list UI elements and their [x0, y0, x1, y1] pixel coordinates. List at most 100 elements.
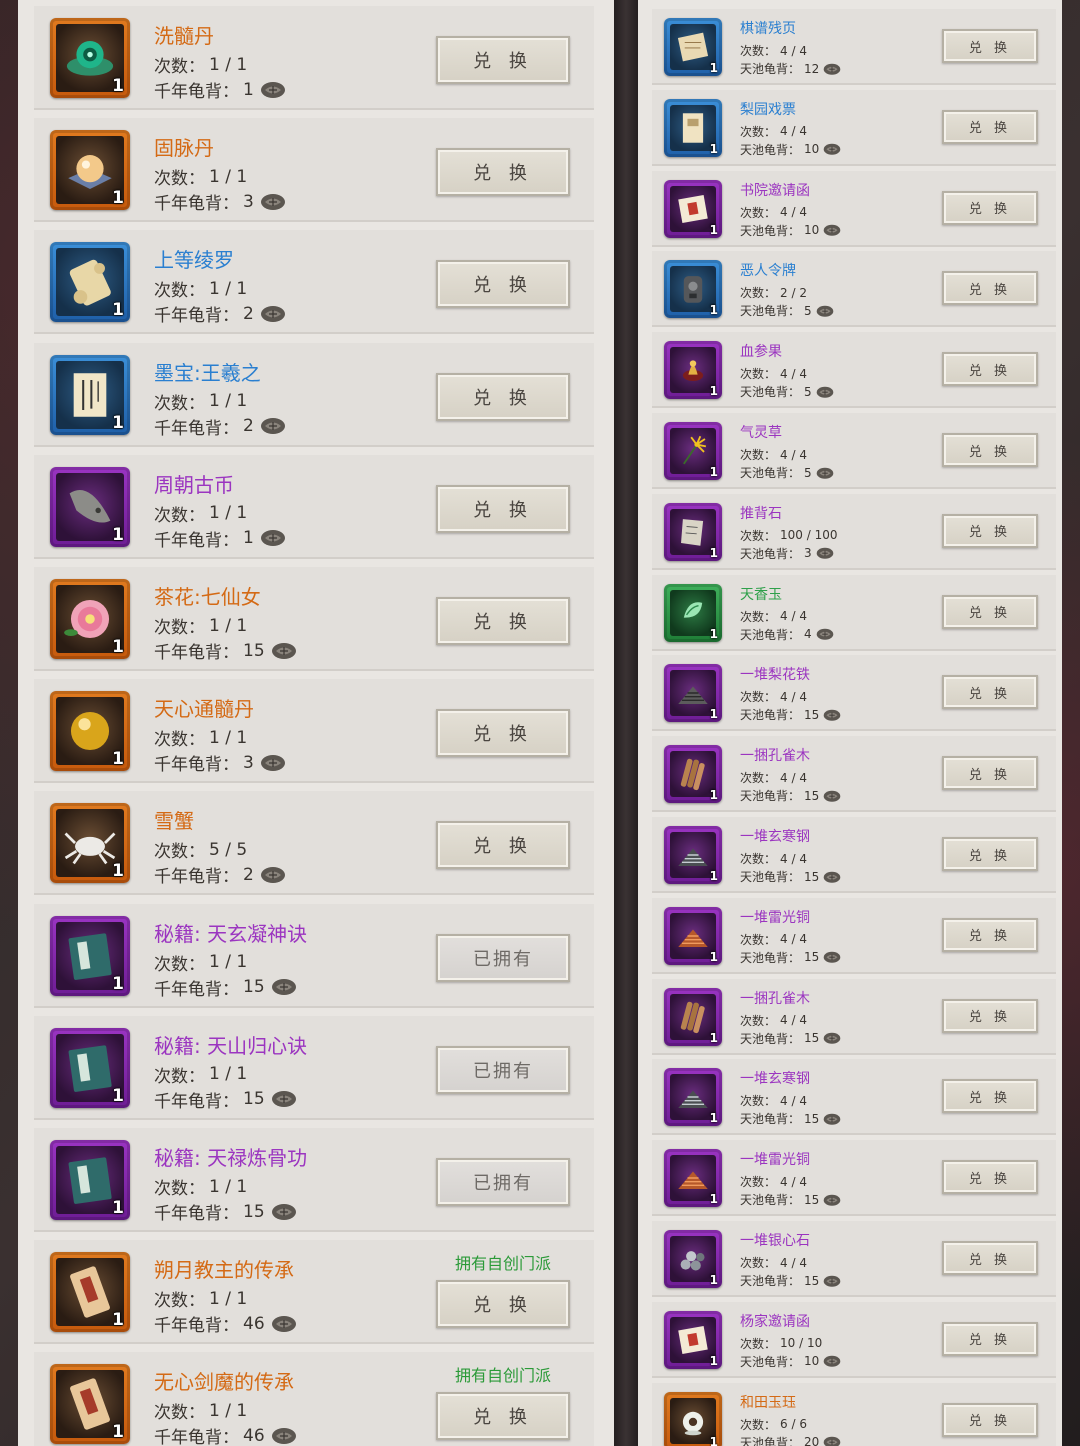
item-icon-frame[interactable]: 1: [50, 803, 130, 884]
exchange-cost: 天池龟背： 4: [740, 626, 834, 643]
exchange-button[interactable]: 兑 换: [436, 372, 570, 421]
item-icon-frame[interactable]: 1: [50, 1252, 130, 1333]
item-icon-frame[interactable]: 1: [664, 1068, 722, 1127]
item-icon-frame[interactable]: 1: [50, 579, 130, 659]
item-icon-frame[interactable]: 1: [664, 906, 722, 965]
item-icon-frame[interactable]: 1: [664, 341, 722, 400]
item-icon-frame[interactable]: 1: [664, 745, 722, 804]
exchange-item: 1 一堆雷光铜 次数： 4 / 4 天池龟背： 15 兑 换: [652, 1140, 1056, 1217]
exchange-cost: 千年龟背： 15: [154, 638, 297, 663]
owned-button[interactable]: 已拥有: [436, 1045, 570, 1094]
exchange-item: 1 气灵草 次数： 4 / 4 天池龟背： 5 兑 换: [652, 413, 1056, 489]
cost-label: 千年龟背：: [154, 194, 239, 215]
exchange-cost: 千年龟背： 2: [154, 862, 286, 887]
exchange-button[interactable]: 兑 换: [942, 1160, 1038, 1195]
cost-label: 千年龟背：: [154, 755, 239, 776]
exchange-button[interactable]: 兑 换: [942, 675, 1038, 710]
exchange-button[interactable]: 兑 换: [942, 594, 1038, 629]
item-icon-frame[interactable]: 1: [50, 691, 130, 772]
item-name: 气灵草: [740, 425, 782, 441]
exchange-button[interactable]: 兑 换: [436, 148, 570, 197]
cost-value: 20: [804, 1435, 820, 1446]
exchange-count: 次数： 4 / 4: [740, 446, 807, 463]
exchange-item: 1 棋谱残页 次数： 4 / 4 天池龟背： 12 兑 换: [652, 9, 1056, 85]
item-quantity: 1: [709, 1273, 718, 1287]
exchange-item: 1 天香玉 次数： 4 / 4 天池龟背： 4 兑 换: [652, 574, 1056, 651]
item-icon-frame[interactable]: 1: [664, 260, 722, 319]
count-label: 次数：: [740, 932, 777, 947]
item-icon-frame[interactable]: 1: [664, 1149, 722, 1208]
owned-button[interactable]: 已拥有: [436, 1158, 570, 1206]
exchange-button[interactable]: 兑 换: [436, 260, 570, 309]
count-label: 次数：: [740, 205, 777, 220]
exchange-button[interactable]: 兑 换: [436, 709, 570, 758]
item-icon-frame[interactable]: 1: [664, 98, 722, 157]
item-icon-frame[interactable]: 1: [50, 1364, 130, 1445]
item-icon-frame[interactable]: 1: [664, 1391, 722, 1446]
count-value: 4 / 4: [780, 770, 807, 785]
item-icon-frame[interactable]: 1: [664, 502, 722, 561]
item-icon-frame[interactable]: 1: [664, 1230, 722, 1288]
exchange-button[interactable]: 兑 换: [942, 998, 1038, 1033]
exchange-button[interactable]: 兑 换: [942, 1241, 1038, 1275]
exchange-button[interactable]: 兑 换: [436, 1280, 570, 1329]
item-icon-frame[interactable]: 1: [664, 1310, 722, 1369]
exchange-button[interactable]: 兑 换: [942, 29, 1038, 63]
exchange-button[interactable]: 兑 换: [942, 433, 1038, 467]
item-name: 墨宝:王羲之: [154, 360, 261, 385]
cost-label: 天池龟背：: [740, 870, 801, 884]
item-icon-frame[interactable]: 1: [664, 987, 722, 1046]
cost-label: 天池龟背：: [740, 466, 801, 480]
exchange-button[interactable]: 兑 换: [436, 36, 570, 84]
exchange-button[interactable]: 兑 换: [942, 1402, 1038, 1437]
item-icon-frame[interactable]: 1: [664, 18, 722, 76]
item-icon-frame[interactable]: 1: [50, 242, 130, 323]
item-name: 上等绫罗: [154, 248, 234, 273]
item-icon-frame[interactable]: 1: [50, 18, 130, 98]
exchange-button[interactable]: 兑 换: [436, 1392, 570, 1441]
count-label: 次数：: [154, 281, 205, 302]
exchange-button[interactable]: 兑 换: [942, 1079, 1038, 1114]
cost-label: 千年龟背：: [154, 867, 239, 888]
right-exchange-panel[interactable]: 1 棋谱残页 次数： 4 / 4 天池龟背： 12 兑 换 1 梨园戏票 次数： 4 / 4 天池龟背…: [638, 0, 1062, 1446]
item-name: 恶人令牌: [740, 263, 796, 280]
item-icon-frame[interactable]: 1: [664, 422, 722, 480]
turtle-shell-icon: [260, 529, 286, 547]
item-icon-frame[interactable]: 1: [664, 826, 722, 884]
item-icon-frame[interactable]: 1: [50, 354, 130, 435]
exchange-button[interactable]: 兑 换: [942, 271, 1038, 306]
exchange-button[interactable]: 兑 换: [942, 109, 1038, 144]
item-icon-frame[interactable]: 1: [50, 1027, 130, 1108]
cost-value: 5: [804, 303, 812, 318]
exchange-button[interactable]: 兑 换: [942, 1321, 1038, 1356]
count-value: 1 / 1: [209, 166, 248, 187]
exchange-button[interactable]: 兑 换: [942, 352, 1038, 387]
exchange-button[interactable]: 兑 换: [436, 484, 570, 533]
exchange-cost: 天池龟背： 12: [740, 60, 841, 77]
left-exchange-panel[interactable]: 1 洗髓丹 次数： 1 / 1 千年龟背： 1 兑 换 1 固脉丹 次数： 1 / 1 千年龟背： 3 兑…: [18, 0, 614, 1446]
item-icon-frame[interactable]: 1: [50, 1140, 130, 1220]
count-value: 4 / 4: [780, 851, 807, 866]
item-name: 朔月教主的传承: [154, 1258, 294, 1283]
exchange-button[interactable]: 兑 换: [942, 756, 1038, 791]
item-quantity: 1: [709, 788, 718, 803]
exchange-button[interactable]: 兑 换: [436, 597, 570, 645]
item-icon-frame[interactable]: 1: [50, 466, 130, 547]
exchange-button[interactable]: 兑 换: [942, 513, 1038, 548]
exchange-button[interactable]: 兑 换: [436, 821, 570, 870]
count-label: 次数：: [740, 1013, 777, 1028]
owned-button[interactable]: 已拥有: [436, 933, 570, 982]
item-name: 书院邀请函: [740, 182, 810, 199]
item-icon-frame[interactable]: 1: [664, 179, 722, 238]
cost-value: 2: [243, 303, 254, 324]
item-icon-frame[interactable]: 1: [664, 664, 722, 723]
exchange-button[interactable]: 兑 换: [942, 190, 1038, 225]
exchange-cost: 千年龟背： 2: [154, 414, 286, 439]
item-icon-frame[interactable]: 1: [50, 915, 130, 996]
exchange-button[interactable]: 兑 换: [942, 837, 1038, 871]
exchange-cost: 千年龟背： 1: [154, 77, 286, 102]
exchange-button[interactable]: 兑 换: [942, 917, 1038, 952]
exchange-count: 次数： 4 / 4: [740, 1254, 807, 1271]
item-icon-frame[interactable]: 1: [50, 130, 130, 211]
item-icon-frame[interactable]: 1: [664, 583, 722, 642]
